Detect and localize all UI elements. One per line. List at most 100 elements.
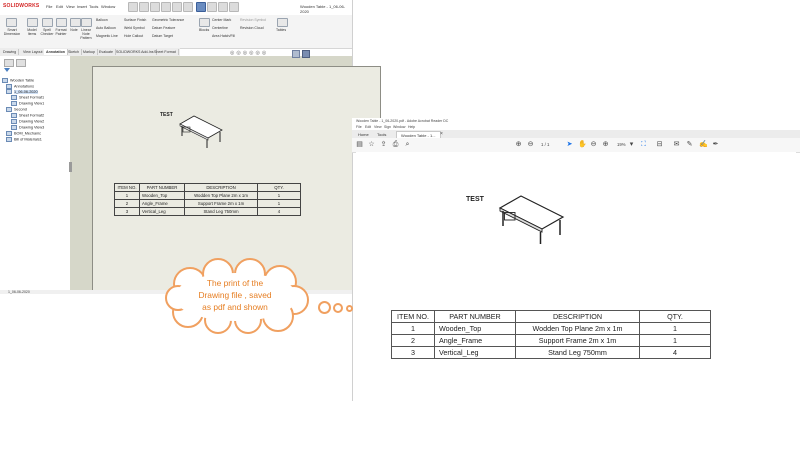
- options-icon[interactable]: [218, 2, 228, 12]
- tab-tools[interactable]: Tools: [373, 131, 390, 138]
- balloon-button[interactable]: Balloon: [96, 18, 108, 22]
- table-row[interactable]: 3 Vertical_Leg Stand Leg 750mm 4: [114, 207, 301, 216]
- print-icon[interactable]: [172, 2, 182, 12]
- menu-edit[interactable]: Edit: [365, 125, 371, 129]
- tree-item[interactable]: Bill of Materials1: [6, 137, 42, 142]
- magnetic-line-button[interactable]: Magnetic Line: [96, 34, 118, 38]
- table-row[interactable]: 2 Angle_Frame Support Frame 2m x 1m 1: [114, 199, 301, 208]
- blocks-label[interactable]: Blocks: [199, 28, 209, 32]
- hand-tool-icon[interactable]: ✋: [578, 141, 587, 148]
- revision-cloud-button[interactable]: Revision Cloud: [240, 26, 264, 30]
- scroll-mode-icon[interactable]: ⊟: [656, 141, 663, 148]
- pdf-page[interactable]: [356, 152, 796, 401]
- tables-label[interactable]: Tables: [276, 28, 286, 32]
- property-manager-icon[interactable]: [16, 59, 26, 67]
- tree-item[interactable]: Second: [6, 107, 27, 112]
- sign-icon[interactable]: ✒: [712, 141, 719, 148]
- comment-icon[interactable]: ✉: [673, 141, 680, 148]
- blocks-icon[interactable]: [199, 18, 210, 27]
- home-icon[interactable]: [128, 2, 138, 12]
- zoom-level[interactable]: 19%: [617, 142, 626, 147]
- tree-item[interactable]: 1_06-06-2020: [6, 89, 38, 94]
- settings-icon[interactable]: [229, 2, 239, 12]
- menu-sign[interactable]: Sign: [384, 125, 391, 129]
- model-items-label[interactable]: Model Items: [24, 28, 40, 36]
- revision-symbol-button[interactable]: Revision Symbol: [240, 18, 266, 22]
- page-down-icon[interactable]: ⊖: [527, 141, 534, 148]
- upload-icon[interactable]: ⇪: [380, 141, 387, 148]
- undo-icon[interactable]: [183, 2, 193, 12]
- tree-item[interactable]: Drawing View2: [11, 119, 44, 124]
- menu-file[interactable]: File: [356, 125, 362, 129]
- tables-icon[interactable]: [277, 18, 288, 27]
- auto-balloon-button[interactable]: Auto Balloon: [96, 26, 116, 30]
- tree-item[interactable]: Sheet Format1: [11, 95, 44, 100]
- geometric-tolerance-button[interactable]: Geometric Tolerance: [152, 18, 184, 22]
- draw-icon[interactable]: ✍: [699, 141, 708, 148]
- tab-view-layout[interactable]: View Layout: [21, 49, 46, 55]
- search-icon[interactable]: ⌕: [404, 141, 411, 148]
- hole-callout-button[interactable]: Hole Callout: [124, 34, 143, 38]
- menu-file[interactable]: File: [46, 4, 52, 9]
- tab-markup[interactable]: Markup: [81, 49, 98, 55]
- tree-item[interactable]: Drawing View3: [11, 125, 44, 130]
- tab-sheet-format[interactable]: Sheet Format: [152, 49, 179, 55]
- tab-drawing[interactable]: Drawing: [1, 49, 20, 55]
- tab-annotation[interactable]: Annotation: [44, 49, 68, 55]
- weld-symbol-button[interactable]: Weld Symbol: [124, 26, 145, 30]
- format-painter-icon[interactable]: [56, 18, 67, 27]
- area-hatch-button[interactable]: Area Hatch/Fill: [212, 34, 235, 38]
- sheet-tab[interactable]: 1_06-06-2020: [8, 290, 30, 294]
- menu-insert[interactable]: Insert: [77, 4, 87, 9]
- close-tab-icon[interactable]: ×: [440, 131, 443, 137]
- menu-help[interactable]: Help: [408, 125, 415, 129]
- smart-dimension-icon[interactable]: [6, 18, 17, 27]
- open-icon[interactable]: [150, 2, 160, 12]
- tree-item[interactable]: Wooden Table: [2, 78, 34, 83]
- view-settings-icon[interactable]: [302, 50, 310, 58]
- surface-finish-button[interactable]: Surface Finish: [124, 18, 146, 22]
- zoom-in-icon[interactable]: ⊕: [602, 141, 609, 148]
- chevron-down-icon[interactable]: ▾: [628, 141, 635, 148]
- save-icon[interactable]: ▤: [356, 141, 363, 148]
- center-mark-button[interactable]: Center Mark: [212, 18, 231, 22]
- menu-view[interactable]: View: [66, 4, 75, 9]
- zoom-out-icon[interactable]: ⊖: [590, 141, 597, 148]
- centerline-button[interactable]: Centerline: [212, 26, 228, 30]
- menu-window[interactable]: Window: [393, 125, 405, 129]
- datum-feature-button[interactable]: Datum Feature: [152, 26, 175, 30]
- panel-splitter[interactable]: [69, 162, 72, 172]
- tab-addins[interactable]: SOLIDWORKS Add-Ins: [114, 49, 157, 55]
- save-icon[interactable]: [161, 2, 171, 12]
- bookmark-icon[interactable]: ☆: [368, 141, 375, 148]
- tab-sketch[interactable]: Sketch: [66, 49, 82, 55]
- tree-item[interactable]: Drawing View1: [11, 101, 44, 106]
- view-toolbar[interactable]: ◎◎◎◎◎◎: [230, 50, 290, 56]
- smart-dimension-label[interactable]: Smart Dimension: [2, 28, 22, 36]
- model-items-icon[interactable]: [27, 18, 38, 27]
- menu-view[interactable]: View: [374, 125, 382, 129]
- spell-checker-icon[interactable]: [42, 18, 53, 27]
- bom-table[interactable]: ITEM NO. PART NUMBER DESCRIPTION QTY. 1 …: [114, 183, 301, 216]
- page-up-icon[interactable]: ⊕: [515, 141, 522, 148]
- rebuild-icon[interactable]: [207, 2, 217, 12]
- format-painter-label[interactable]: Format Painter: [53, 28, 69, 36]
- select-cursor-icon[interactable]: ➤: [566, 141, 573, 148]
- note-icon[interactable]: [70, 18, 81, 27]
- linear-note-pattern-label[interactable]: Linear Note Pattern: [77, 28, 95, 40]
- tree-item[interactable]: Sheet Format2: [11, 113, 44, 118]
- menu-tools[interactable]: Tools: [89, 4, 98, 9]
- tree-item[interactable]: BOM_Mechanic: [6, 131, 41, 136]
- tab-home[interactable]: Home: [354, 131, 373, 138]
- menu-window[interactable]: Window: [101, 4, 115, 9]
- table-row[interactable]: 1 Wooden_Top Wodden Top Plane 2m x 1m 1: [114, 191, 301, 200]
- feature-manager-icon[interactable]: [4, 59, 14, 67]
- display-style-icon[interactable]: [292, 50, 300, 58]
- print-icon[interactable]: ⎙: [392, 141, 399, 148]
- menu-edit[interactable]: Edit: [56, 4, 63, 9]
- new-icon[interactable]: [139, 2, 149, 12]
- page-indicator[interactable]: 1 / 1: [541, 142, 549, 147]
- linear-note-pattern-icon[interactable]: [81, 18, 92, 27]
- select-icon[interactable]: [196, 2, 206, 12]
- fit-page-icon[interactable]: ⛶: [640, 141, 647, 148]
